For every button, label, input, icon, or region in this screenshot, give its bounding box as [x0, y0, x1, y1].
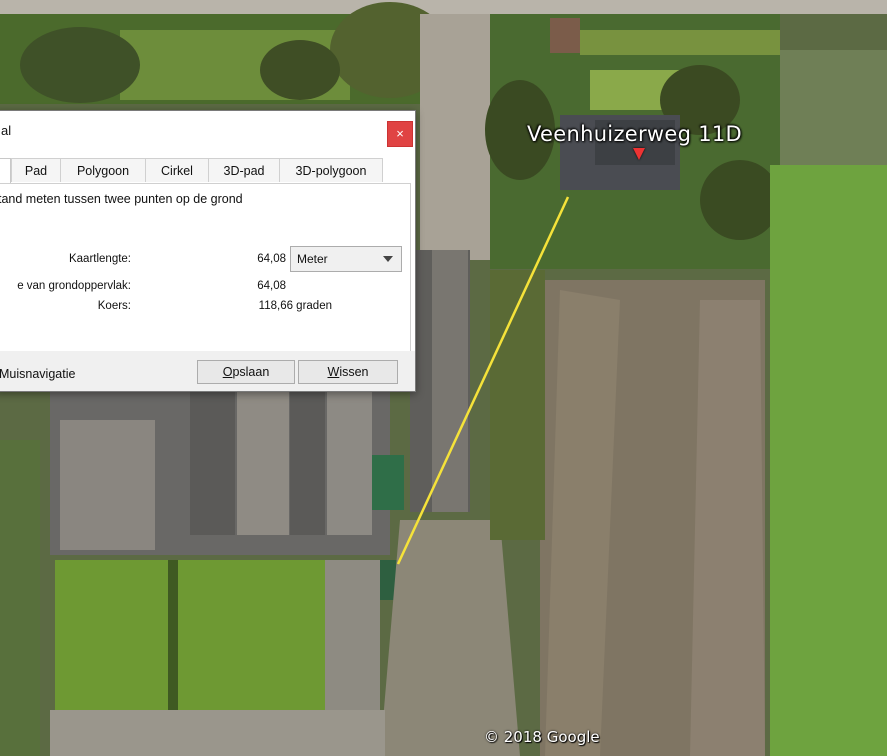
- ground-length-value: 64,08: [257, 280, 286, 292]
- ground-length-label: e van grondoppervlak:: [17, 280, 131, 292]
- tab-path[interactable]: Pad: [11, 158, 61, 182]
- measure-panel: tand meten tussen twee punten op de gron…: [0, 183, 411, 353]
- dialog-title: al: [1, 123, 12, 138]
- tab-line[interactable]: [0, 158, 11, 185]
- mouse-navigation-checkbox[interactable]: Muisnavigatie: [0, 367, 75, 381]
- chevron-down-icon: [383, 256, 393, 262]
- tab-bar: Pad Polygoon Cirkel 3D-pad 3D-polygoon: [0, 158, 415, 185]
- heading-value: 118,66 graden: [258, 300, 332, 312]
- ruler-dialog: al × Pad Polygoon Cirkel 3D-pad 3D-polyg…: [0, 110, 416, 392]
- close-button[interactable]: ×: [387, 121, 413, 147]
- heading-label: Koers:: [97, 300, 131, 312]
- clear-button[interactable]: Wissen: [298, 360, 398, 384]
- unit-select-value: Meter: [297, 252, 328, 266]
- unit-select[interactable]: Meter: [290, 246, 402, 272]
- tab-3d-path[interactable]: 3D-pad: [208, 158, 280, 182]
- place-marker-icon[interactable]: [633, 148, 645, 160]
- save-button[interactable]: Opslaan: [197, 360, 295, 384]
- map-length-label: Kaartlengte:: [68, 253, 131, 265]
- dialog-footer: Muisnavigatie Opslaan Wissen: [0, 351, 415, 391]
- tab-polygon[interactable]: Polygoon: [60, 158, 146, 182]
- copyright-text: © 2018 Google: [484, 728, 600, 746]
- dialog-titlebar[interactable]: al ×: [0, 111, 415, 153]
- tab-3d-polygon[interactable]: 3D-polygoon: [279, 158, 383, 182]
- panel-description: tand meten tussen twee punten op de gron…: [0, 192, 243, 206]
- tab-circle[interactable]: Cirkel: [145, 158, 209, 182]
- map-length-value: 64,08: [257, 253, 286, 265]
- place-label[interactable]: Veenhuizerweg 11D: [527, 122, 742, 146]
